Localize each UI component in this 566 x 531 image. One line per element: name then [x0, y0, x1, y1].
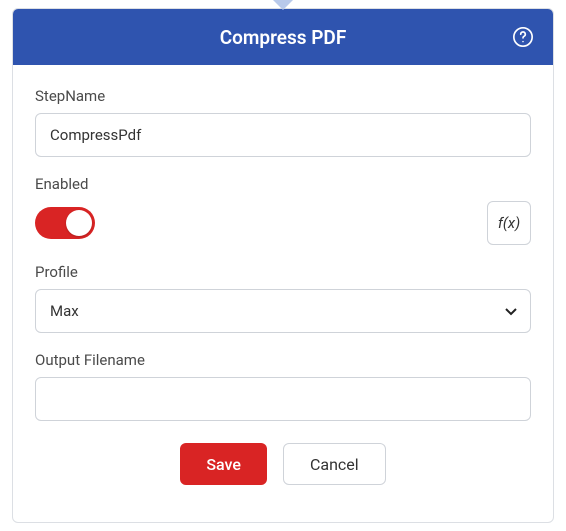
save-button[interactable]: Save [180, 443, 267, 485]
help-icon [512, 26, 534, 48]
field-enabled: Enabled f(x) [35, 175, 531, 245]
enabled-toggle[interactable] [35, 207, 95, 239]
stepname-input[interactable] [35, 113, 531, 157]
profile-label: Profile [35, 263, 531, 281]
step-card: Compress PDF StepName Enabled f(x) Pro [12, 8, 554, 523]
stepname-label: StepName [35, 87, 531, 105]
toggle-knob [66, 210, 92, 236]
expression-button[interactable]: f(x) [487, 201, 531, 245]
cancel-button[interactable]: Cancel [283, 443, 386, 485]
enabled-label: Enabled [35, 175, 531, 193]
output-filename-label: Output Filename [35, 351, 531, 369]
help-button[interactable] [511, 25, 535, 49]
profile-select[interactable]: Max [35, 289, 531, 333]
card-header: Compress PDF [13, 9, 553, 65]
field-stepname: StepName [35, 87, 531, 157]
profile-select-wrap: Max [35, 289, 531, 333]
card-footer: Save Cancel [35, 439, 531, 485]
enabled-row: f(x) [35, 201, 531, 245]
flow-connector-arrow [273, 0, 293, 10]
output-filename-input[interactable] [35, 377, 531, 421]
field-profile: Profile Max [35, 263, 531, 333]
card-body: StepName Enabled f(x) Profile Max [13, 65, 553, 499]
field-output-filename: Output Filename [35, 351, 531, 421]
card-title: Compress PDF [220, 26, 347, 49]
